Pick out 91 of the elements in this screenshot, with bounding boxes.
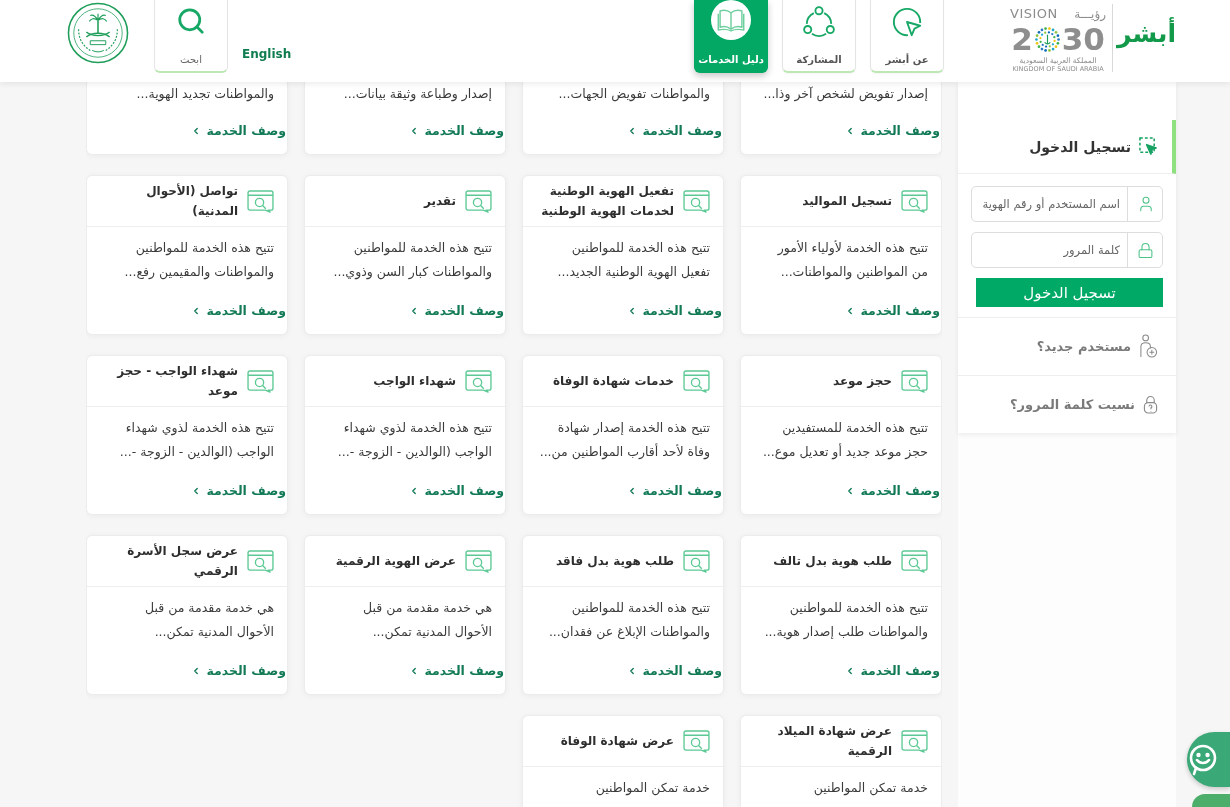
service-details-link[interactable]: وصف الخدمة [409,122,504,140]
dotted-ring-icon [1033,25,1061,53]
service-description: تتيح هذه الخدمة للمواطنين والمواطنات كبار السن وذوي... [332,239,493,282]
service-title: عرض الهوية الرقمية [335,553,456,571]
floating-button[interactable] [1192,794,1230,807]
login-button[interactable]: تسجيل الدخول [976,278,1163,307]
search-icon [176,6,206,36]
service-details-link[interactable]: وصف الخدمة [191,482,286,500]
browser-search-icon [683,729,710,753]
account-link[interactable]: مستخدم جديد؟ [958,317,1176,375]
service-description: تتيح هذه الخدمة للمواطنين والمواطنات طلب إصدار هوية... [763,599,929,642]
nav-tab[interactable]: دليل الخدمات [694,0,769,73]
browser-search-icon [901,549,928,573]
service-details-link[interactable]: وصف الخدمة [627,482,722,500]
logo-year: 30 [1061,22,1105,56]
browser-search-icon [247,369,274,393]
nav-tab[interactable]: المشاركة [782,0,857,73]
browser-search-icon [247,189,274,213]
user-add-icon [1139,334,1158,359]
service-title: طلب هوية بدل تالف [773,553,892,571]
service-title: تسجيل المواليد [802,193,892,211]
login-title: تسجيل الدخول [1029,137,1131,157]
browser-search-icon [901,729,928,753]
browser-search-icon [465,189,492,213]
browser-search-icon [683,369,710,393]
service-details-link[interactable]: وصف الخدمة [627,302,722,320]
service-title: تفعيل الهوية الوطنية لخدمات الهوية الوطنية [540,183,674,221]
service-description: والمواطنات تجديد الهوية... [135,85,275,104]
service-description: تتيح هذه الخدمة لذوي شهداء الواجب (الوالدين - الزوجة -... [336,419,493,462]
service-title: عرض سجل الأسرة الرقمي [126,542,238,580]
logo-word: VISION [1010,6,1058,22]
service-details-link[interactable]: وصف الخدمة [845,302,940,320]
nodes-icon [803,6,836,38]
service-description: إصدار تفويض لشخص آخر وذا... [762,85,929,104]
service-title: طلب هوية بدل فاقد [555,553,674,571]
emblem-icon [67,2,129,64]
service-details-link[interactable]: وصف الخدمة [191,662,286,680]
service-description: تتيح هذه الخدمة للمواطنين والمواطنات والمقيمين رفع... [123,239,275,282]
service-details-link[interactable]: وصف الخدمة [409,662,504,680]
service-details-link[interactable]: وصف الخدمة [409,482,504,500]
browser-search-icon [683,549,710,573]
logo-word: رؤيـــة [1074,6,1107,22]
smiley-icon [1187,743,1219,776]
service-description: خدمة تمكن المواطنين [812,779,929,798]
service-title: عرض شهادة الوفاة [560,733,674,751]
browser-search-icon [901,369,928,393]
account-link[interactable]: نسيت كلمة المرور؟ [958,375,1176,433]
logo-year: 2 [1011,22,1033,56]
cursor-circle-icon [891,6,924,38]
service-title: شهداء الواجب [373,373,456,391]
service-details-link[interactable]: وصف الخدمة [845,482,940,500]
service-description: إصدار وطباعة وثيقة بيانات... [342,85,493,104]
search-button[interactable]: ابحث [154,0,228,73]
cursor-select-icon [1139,137,1158,156]
browser-search-icon [465,549,492,573]
lock-icon [1143,395,1158,414]
service-title: خدمات شهادة الوفاة [553,373,674,391]
service-description: تتيح هذه الخدمة للمواطنين والمواطنات الإبلاغ عن فقدان... [547,599,711,642]
browser-search-icon [247,549,274,573]
service-details-link[interactable]: وصف الخدمة [191,302,286,320]
service-title: شهداء الواجب - حجز موعد [115,363,238,401]
service-details-link[interactable]: وصف الخدمة [191,122,286,140]
service-description: تتيح هذه الخدمة للمواطنين تفعيل الهوية الوطنية الجديد... [556,239,711,282]
service-description: تتيح هذه الخدمة إصدار شهادة وفاة لأحد أقارب المواطنين من... [538,419,711,462]
browser-search-icon [901,189,928,213]
service-description: تتيح هذه الخدمة لذوي شهداء الواجب (الوالدين - الزوجة -... [118,419,275,462]
service-details-link[interactable]: وصف الخدمة [409,302,504,320]
language-link[interactable]: English [242,46,292,62]
brand-logo: أبشر [1117,16,1176,51]
book-icon [711,0,752,40]
service-description: تتيح هذه الخدمة لأولياء الأمور من المواطنين والمواطنات... [776,239,929,282]
browser-search-icon [465,369,492,393]
service-description: هي خدمة مقدمة من قبل الأحوال المدنية تمكن... [362,599,493,642]
service-title: حجز موعد [832,373,892,391]
password-field[interactable]: كلمة المرور [971,232,1163,268]
service-description: هي خدمة مقدمة من قبل الأحوال المدنية تمكن... [144,599,275,642]
service-details-link[interactable]: وصف الخدمة [627,122,722,140]
service-title: تواصل (الأحوال المدنية) [145,182,238,220]
service-details-link[interactable]: وصف الخدمة [845,662,940,680]
service-description: تتيح هذه الخدمة للمستفيدين حجز موعد جديد أو تعديل موع... [761,419,929,462]
chat-button[interactable] [1187,732,1230,787]
service-title: تقدير [423,193,456,210]
nav-tab[interactable]: عن أبشر [870,0,945,73]
service-details-link[interactable]: وصف الخدمة [845,122,940,140]
service-description: والمواطنات تفويض الجهات... [557,85,711,104]
service-description: خدمة تمكن المواطنين [594,779,711,798]
lock-icon [1137,241,1154,259]
service-details-link[interactable]: وصف الخدمة [627,662,722,680]
service-title: عرض شهادة الميلاد الرقمية [776,723,892,760]
username-field[interactable]: اسم المستخدم أو رقم الهوية [971,186,1163,222]
browser-search-icon [683,189,710,213]
